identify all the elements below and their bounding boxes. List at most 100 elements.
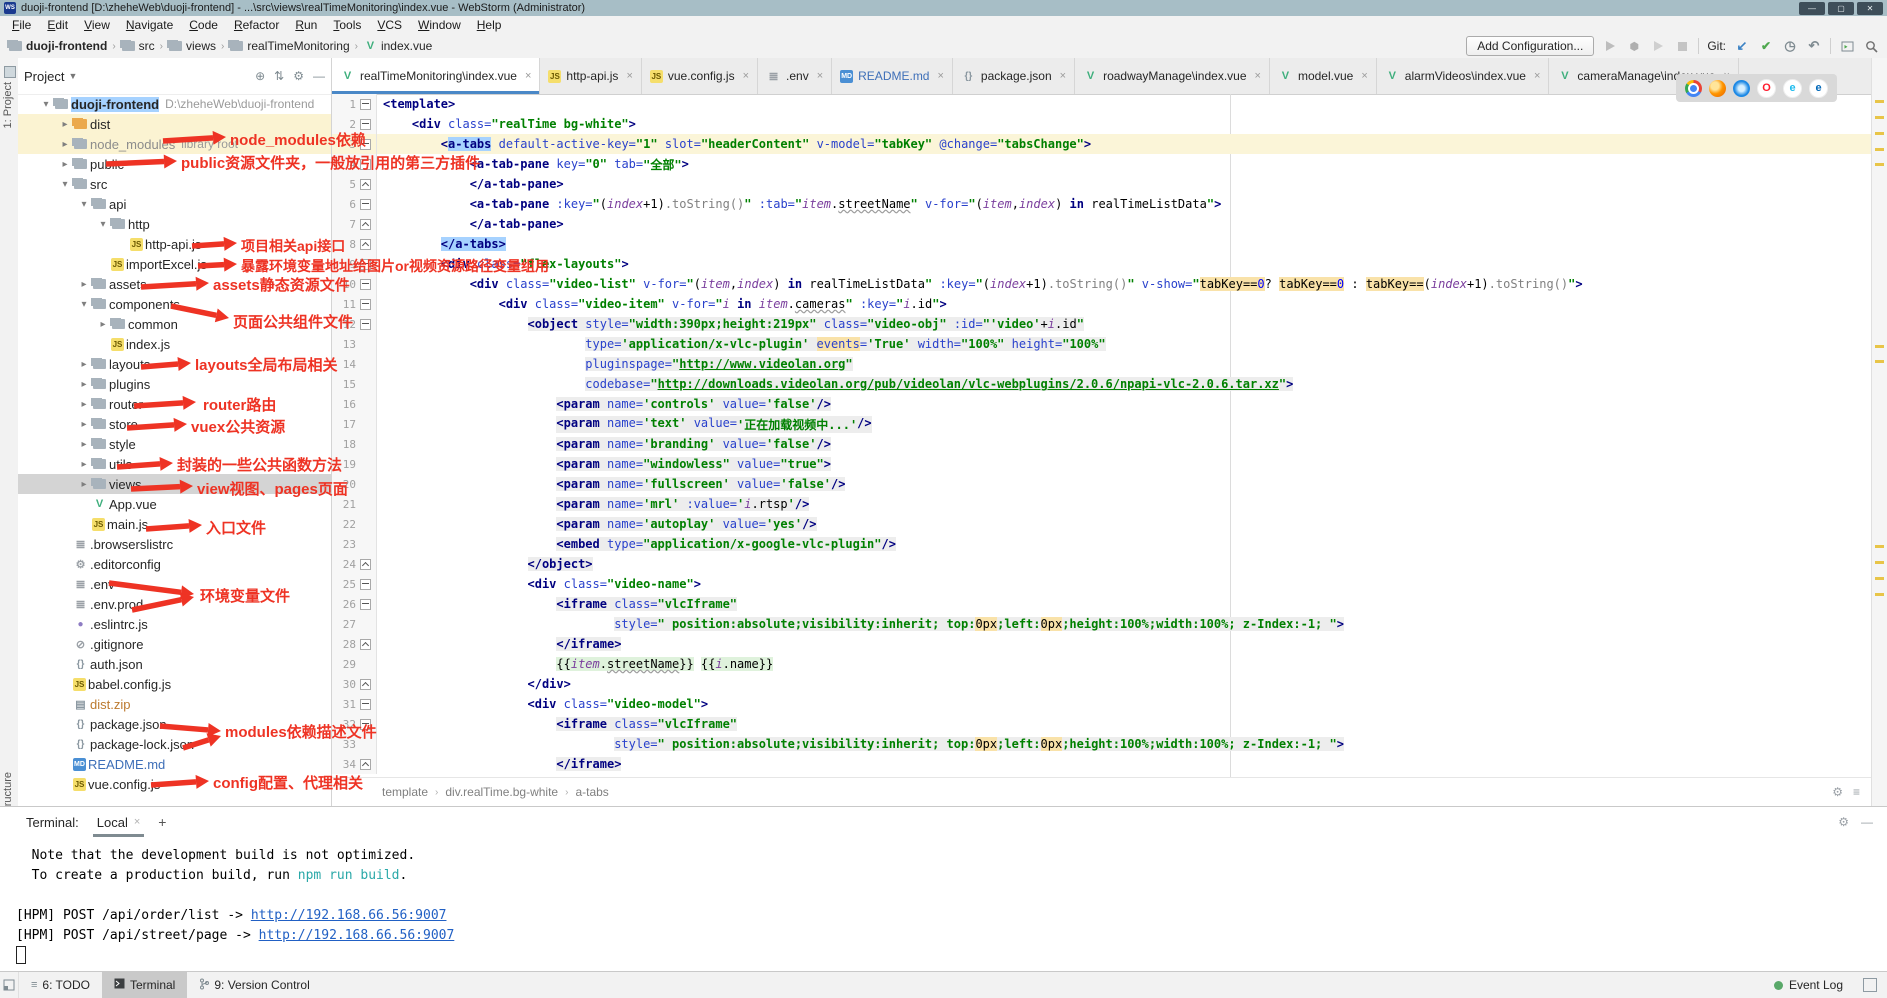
fold-collapse-icon[interactable] [360,699,371,710]
warning-stripe-mark[interactable] [1875,345,1884,348]
code-line-5[interactable]: 5 </a-tab-pane> [332,174,1872,194]
menu-file[interactable]: File [4,18,39,32]
code-line-19[interactable]: 19 <param name="windowless" value="true"… [332,454,1872,474]
tree-item-http[interactable]: ▾http [18,214,331,234]
code-line-26[interactable]: 26 <iframe class="vlcIframe" [332,594,1872,614]
internet-explorer-icon[interactable]: e [1783,79,1802,98]
search-everywhere-icon[interactable] [1863,38,1879,54]
stop-icon[interactable] [1674,38,1690,54]
code-line-3[interactable]: 3 <a-tabs default-active-key="1" slot="h… [332,134,1872,154]
project-tool-icon[interactable] [4,66,16,78]
project-panel-title[interactable]: Project [24,69,64,84]
safari-icon[interactable] [1733,80,1750,97]
statusbar-terminal[interactable]: Terminal [102,972,187,998]
code-line-15[interactable]: 15 codebase="http://downloads.videolan.o… [332,374,1872,394]
close-icon[interactable]: × [626,70,632,82]
fold-collapse-icon[interactable] [360,279,371,290]
close-icon[interactable]: × [1361,70,1367,82]
menu-view[interactable]: View [76,18,118,32]
code-line-22[interactable]: 22 <param name='autoplay' value='yes'/> [332,514,1872,534]
breadcrumb-item-duoji-frontend[interactable]: duoji-frontend [26,39,107,53]
close-icon[interactable]: ✕ [1857,2,1883,15]
tree-item-plugins[interactable]: ▸plugins [18,374,331,394]
code-line-9[interactable]: 9 <div class="flex-layouts"> [332,254,1872,274]
tab-http-api-js[interactable]: JShttp-api.js× [540,58,641,94]
tree-item-duoji-frontend[interactable]: ▾duoji-frontendD:\zheheWeb\duoji-fronten… [18,94,331,114]
code-line-7[interactable]: 7 </a-tab-pane> [332,214,1872,234]
tab-model-vue[interactable]: Vmodel.vue× [1270,58,1377,94]
code-line-10[interactable]: 10 <div class="video-list" v-for="(item,… [332,274,1872,294]
menu-navigate[interactable]: Navigate [118,18,181,32]
gear-icon[interactable]: ⚙ [1832,785,1843,799]
tree-item-dist-zip[interactable]: ▤dist.zip [18,694,331,714]
code-line-23[interactable]: 23 <embed type="application/x-google-vlc… [332,534,1872,554]
error-stripe[interactable] [1871,58,1887,806]
statusbar-version-control[interactable]: 9: Version Control [187,972,321,998]
tree-item-api[interactable]: ▾api [18,194,331,214]
edge-icon[interactable]: e [1809,79,1828,98]
git-update-icon[interactable]: ↙ [1734,38,1750,54]
fold-collapse-icon[interactable] [360,99,371,110]
chevron-right-icon[interactable]: ▸ [76,359,92,370]
code-line-12[interactable]: 12 <object style="width:390px;height:219… [332,314,1872,334]
menu-run[interactable]: Run [287,18,325,32]
menu-edit[interactable]: Edit [39,18,76,32]
sidebar-tab-project[interactable]: 1: Project [2,82,14,128]
fold-end-icon[interactable] [360,559,371,570]
breadcrumb-item-realtimemonitoring[interactable]: realTimeMonitoring [247,39,349,53]
chevron-down-icon[interactable]: ▾ [95,219,111,230]
hide-panel-icon[interactable]: — [1861,815,1873,829]
menu-tools[interactable]: Tools [325,18,369,32]
tree-item-router[interactable]: ▸router [18,394,331,414]
terminal-output[interactable]: Note that the development build is not o… [0,837,1887,965]
tree-item-gitignore[interactable]: ⊘.gitignore [18,634,331,654]
fold-end-icon[interactable] [360,639,371,650]
chevron-right-icon[interactable]: ▸ [76,279,92,290]
tab-readme-md[interactable]: MDREADME.md× [832,58,953,94]
tab-alarmvideos-index-vue[interactable]: ValarmVideos\index.vue× [1377,58,1550,94]
tree-item-main-js[interactable]: JSmain.js [18,514,331,534]
close-icon[interactable]: × [1534,70,1540,82]
chevron-right-icon[interactable]: ▸ [57,119,73,130]
code-line-21[interactable]: 21 <param name='mrl' :value='i.rtsp'/> [332,494,1872,514]
coverage-icon[interactable] [1650,38,1666,54]
tree-item-auth-json[interactable]: {}auth.json [18,654,331,674]
tree-item-index-js[interactable]: JSindex.js [18,334,331,354]
tree-item-readme-md[interactable]: MDREADME.md [18,754,331,774]
close-icon[interactable]: × [743,70,749,82]
editor-crumb-template[interactable]: template [382,785,428,799]
fold-collapse-icon[interactable] [360,119,371,130]
locate-file-icon[interactable]: ⊕ [255,69,265,83]
minimize-icon[interactable]: — [1799,2,1825,15]
tab-realtimemonitoring-index-vue[interactable]: VrealTimeMonitoring\index.vue× [332,58,540,94]
code-editor[interactable]: 1<template>2 <div class="realTime bg-whi… [332,94,1872,778]
chrome-icon[interactable] [1685,80,1702,97]
warning-stripe-mark[interactable] [1875,593,1884,596]
maximize-icon[interactable]: ▢ [1828,2,1854,15]
fold-end-icon[interactable] [360,679,371,690]
collapse-all-icon[interactable]: ⇅ [274,69,284,83]
menu-code[interactable]: Code [181,18,226,32]
chevron-right-icon[interactable]: ▸ [95,319,111,330]
firefox-icon[interactable] [1709,80,1726,97]
chevron-right-icon[interactable]: ▸ [76,479,92,490]
code-line-8[interactable]: 8 </a-tabs> [332,234,1872,254]
code-line-24[interactable]: 24 </object> [332,554,1872,574]
menu-icon[interactable]: ≡ [1853,785,1860,799]
warning-stripe-mark[interactable] [1875,100,1884,103]
code-line-17[interactable]: 17 <param name='text' value='正在加载视频中...'… [332,414,1872,434]
tab-package-json[interactable]: {}package.json× [953,58,1075,94]
code-line-2[interactable]: 2 <div class="realTime bg-white"> [332,114,1872,134]
code-line-6[interactable]: 6 <a-tab-pane :key="(index+1).toString()… [332,194,1872,214]
code-line-20[interactable]: 20 <param name='fullscreen' value='false… [332,474,1872,494]
tree-item-src[interactable]: ▾src [18,174,331,194]
chevron-down-icon[interactable]: ▾ [76,199,92,210]
chevron-down-icon[interactable]: ▼ [68,71,77,81]
new-terminal-icon[interactable]: + [158,814,166,830]
fold-collapse-icon[interactable] [360,599,371,610]
gear-icon[interactable]: ⚙ [293,69,304,83]
code-line-4[interactable]: 4 <a-tab-pane key="0" tab="全部"> [332,154,1872,174]
statusbar-event-log[interactable]: Event Log [1774,978,1887,992]
fold-end-icon[interactable] [360,219,371,230]
run-icon[interactable] [1602,38,1618,54]
